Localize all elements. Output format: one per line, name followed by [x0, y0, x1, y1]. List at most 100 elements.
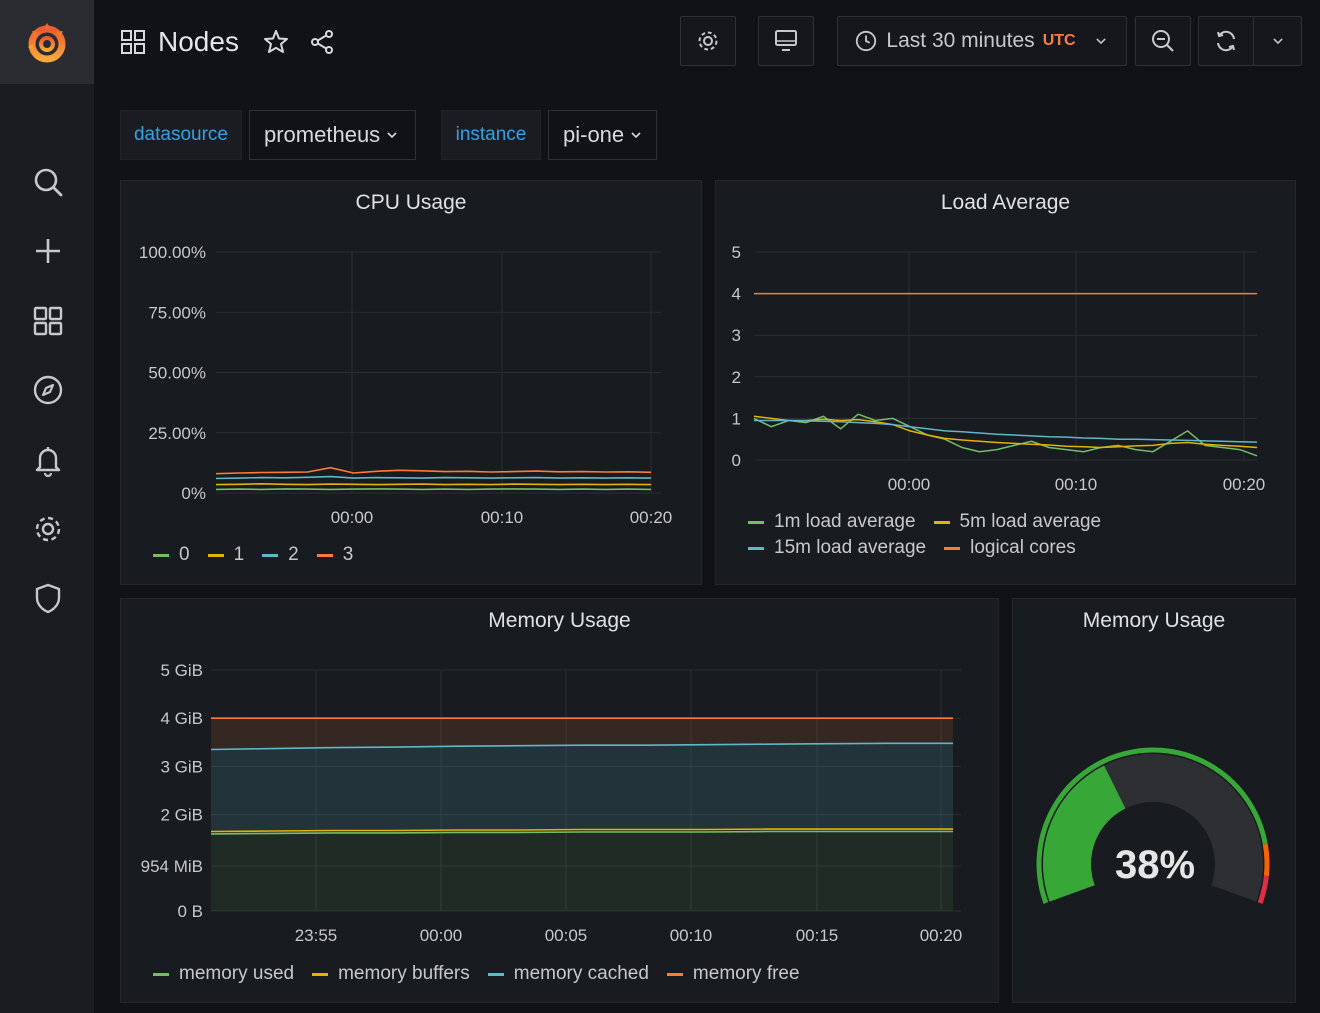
server-admin-shield-icon[interactable]	[30, 580, 66, 616]
explore-compass-icon[interactable]	[30, 372, 66, 408]
legend-item[interactable]: 3	[316, 544, 354, 566]
legend-label: memory buffers	[338, 963, 470, 984]
legend-swatch	[153, 553, 169, 557]
cpu-usage-panel[interactable]: CPU Usage 100.00% 75.00% 50.00% 25.00% 0% 00:…	[120, 180, 702, 585]
grafana-logo[interactable]	[0, 0, 94, 84]
y-tick-label: 4 GiB	[160, 709, 203, 728]
x-tick-label: 00:20	[630, 508, 673, 527]
time-range-label: Last 30 minutes	[886, 29, 1035, 52]
legend-label: memory used	[179, 963, 295, 984]
legend-item[interactable]: 0	[153, 544, 190, 566]
refresh-button[interactable]	[1198, 16, 1254, 66]
y-tick-label: 75.00%	[148, 303, 206, 322]
dashboards-icon[interactable]	[30, 303, 66, 339]
y-tick-label: 3	[732, 326, 741, 345]
x-tick-label: 00:05	[545, 926, 588, 945]
y-tick-label: 100.00%	[139, 243, 206, 262]
load-average-panel[interactable]: Load Average 5 4 3 2 1 0 00:00 00:10 00:20 1m lo…	[715, 180, 1296, 585]
legend-label: logical cores	[970, 537, 1076, 558]
instance-variable-value: pi-one	[563, 122, 625, 147]
gear-icon	[698, 31, 718, 51]
y-tick-label: 954 MiB	[141, 857, 203, 876]
memory-usage-panel[interactable]: Memory Usage 5 GiB 4 GiB 3 GiB 2 GiB 954 MiB…	[120, 598, 999, 1003]
legend-item[interactable]: 1	[207, 544, 244, 566]
cycle-view-mode-button[interactable]	[758, 16, 814, 66]
x-tick-label: 00:00	[420, 926, 463, 945]
y-tick-label: 50.00%	[148, 364, 206, 383]
memory-gauge-panel[interactable]: Memory Usage 38%	[1012, 598, 1296, 1003]
legend-swatch	[933, 520, 950, 524]
legend-swatch	[944, 546, 961, 550]
legend-item[interactable]: memory cached	[487, 963, 649, 985]
datasource-variable-value: prometheus	[264, 122, 381, 147]
legend-swatch	[748, 546, 764, 550]
refresh-interval-dropdown[interactable]	[1253, 16, 1302, 66]
y-tick-label: 2 GiB	[160, 806, 203, 825]
legend-swatch	[487, 972, 504, 976]
y-tick-label: 0	[732, 451, 741, 470]
legend-item[interactable]: logical cores	[944, 537, 1076, 559]
x-tick-label: 00:10	[1055, 475, 1098, 494]
dashboard-grid-icon	[121, 30, 145, 54]
series-area	[211, 831, 953, 911]
clock-icon	[856, 30, 877, 52]
instance-variable-label: instance	[441, 110, 541, 160]
dashboard-title[interactable]: Nodes	[158, 26, 239, 58]
legend-label: 1m load average	[774, 511, 916, 532]
y-tick-label: 25.00%	[148, 424, 206, 443]
y-tick-label: 4	[732, 285, 741, 304]
share-icon[interactable]	[309, 29, 335, 55]
grafana-logo-icon	[28, 23, 66, 63]
y-tick-label: 1	[732, 409, 741, 428]
y-tick-label: 3 GiB	[160, 757, 203, 776]
chevron-down-icon	[1272, 38, 1283, 45]
star-icon[interactable]	[263, 29, 289, 55]
legend-item[interactable]: 1m load average	[748, 511, 916, 533]
zoom-out-button[interactable]	[1135, 16, 1191, 66]
legend-item[interactable]: memory buffers	[312, 963, 470, 985]
legend-swatch	[207, 553, 224, 557]
instance-variable-select[interactable]: pi-one	[548, 110, 657, 160]
legend-label: 3	[342, 544, 354, 565]
legend-label: 5m load average	[959, 511, 1102, 532]
y-tick-label: 5 GiB	[160, 661, 203, 680]
chevron-down-icon	[1095, 38, 1106, 45]
legend-item[interactable]: 5m load average	[933, 511, 1102, 533]
legend-item[interactable]: 2	[262, 544, 299, 566]
search-icon[interactable]	[30, 164, 66, 200]
monitor-icon	[775, 30, 797, 51]
legend-swatch	[262, 553, 279, 557]
legend-swatch	[153, 972, 169, 976]
legend-swatch	[666, 972, 683, 976]
y-tick-label: 0 B	[177, 902, 203, 921]
datasource-variable-label: datasource	[120, 110, 242, 160]
plus-icon[interactable]	[30, 233, 66, 269]
legend-item[interactable]: memory free	[666, 963, 800, 985]
configuration-gear-icon[interactable]	[30, 511, 66, 547]
series-line	[754, 419, 1258, 443]
legend-item[interactable]: 15m load average	[748, 537, 926, 559]
timezone-label: UTC	[1042, 32, 1076, 49]
sidebar	[0, 0, 94, 1013]
legend-item[interactable]: memory used	[153, 963, 294, 985]
y-tick-label: 5	[732, 243, 741, 262]
x-tick-label: 00:10	[481, 508, 524, 527]
gauge-value-arc	[1043, 765, 1127, 902]
y-tick-label: 0%	[181, 484, 206, 503]
zoom-out-icon	[1152, 30, 1174, 52]
datasource-variable-select[interactable]: prometheus	[249, 110, 416, 160]
legend-swatch	[312, 972, 329, 976]
gauge-value: 38%	[1115, 843, 1196, 887]
chevron-down-icon	[387, 132, 397, 139]
dashboard-header: Nodes	[120, 22, 335, 62]
refresh-icon	[1217, 30, 1235, 52]
legend-label: 0	[179, 544, 190, 565]
legend-label: memory cached	[513, 963, 649, 984]
legend-label: memory free	[692, 963, 800, 984]
cpu-usage-legend: 0 1 2 3	[153, 544, 353, 566]
time-picker-button[interactable]: Last 30 minutes UTC	[837, 16, 1127, 66]
dashboard-settings-button[interactable]	[680, 16, 736, 66]
alerting-bell-icon[interactable]	[30, 442, 66, 478]
x-tick-label: 00:00	[331, 508, 374, 527]
memory-usage-legend: memory used memory buffers memory cached me…	[153, 963, 800, 985]
